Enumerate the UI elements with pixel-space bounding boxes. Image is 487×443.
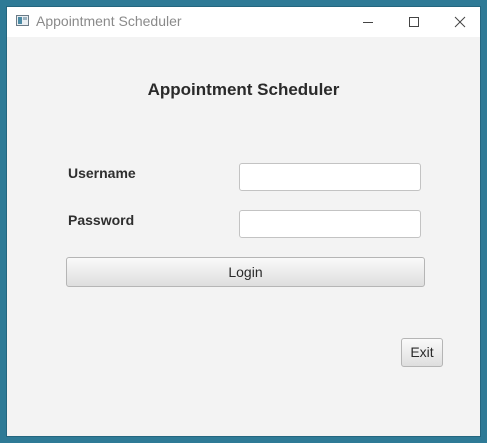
username-label: Username [68,165,136,181]
page-title: Appointment Scheduler [147,80,340,99]
minimize-button[interactable] [345,7,391,37]
maximize-button[interactable] [391,7,437,37]
password-label: Password [68,212,135,228]
app-window: Appointment Scheduler Appointment Schedu… [7,7,480,436]
app-window-icon [16,15,29,26]
window-title: Appointment Scheduler [36,13,182,29]
username-field[interactable] [239,163,421,191]
exit-button[interactable]: Exit [401,338,443,367]
close-button[interactable] [437,7,483,37]
minimize-icon [363,22,373,23]
login-button[interactable]: Login [66,257,425,287]
maximize-icon [409,17,419,27]
close-icon [454,16,466,28]
password-field[interactable] [239,210,421,238]
title-bar[interactable]: Appointment Scheduler [7,7,480,37]
